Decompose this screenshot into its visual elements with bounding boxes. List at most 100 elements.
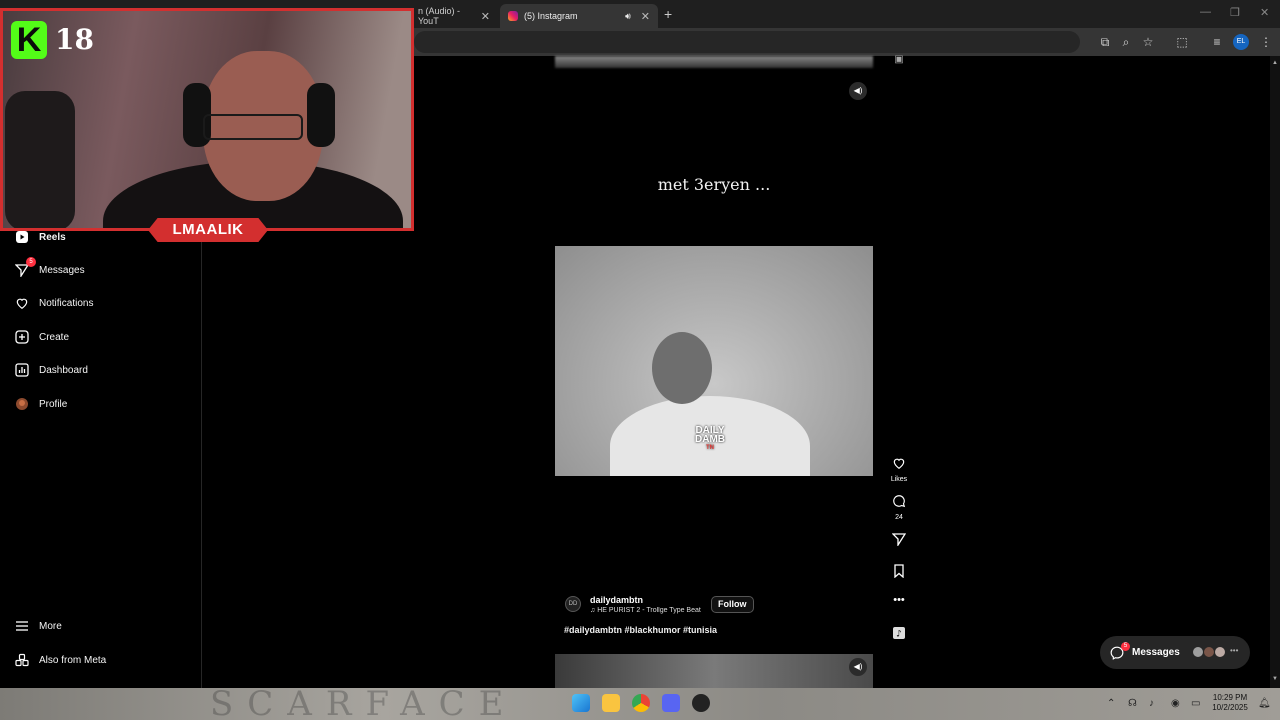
maximize-button[interactable]: ❐ (1230, 6, 1240, 19)
start-icon[interactable] (572, 694, 590, 712)
sidebar-item-notifications[interactable]: Notifications (14, 293, 93, 313)
sidebar-item-messages[interactable]: 5 Messages (14, 257, 85, 280)
profile-avatar[interactable]: EL (1233, 34, 1249, 50)
reel-video[interactable]: DAILY DAMB TN (555, 246, 873, 476)
volume-icon[interactable]: ◀︎) (849, 658, 867, 676)
reel-caption-text: met 3eryen ... (657, 175, 771, 194)
notification-bell-icon[interactable]: 🔔︎ (1258, 698, 1271, 709)
obs-icon[interactable] (692, 694, 710, 712)
profile-avatar (14, 396, 30, 412)
page-scrollbar[interactable]: ▲ ▼ (1270, 56, 1280, 688)
new-tab-button[interactable]: + (664, 6, 672, 22)
save-button[interactable] (888, 564, 910, 583)
sidebar-item-label: Profile (39, 398, 68, 410)
comment-button[interactable]: 24 (888, 494, 910, 521)
tab-label: (5) Instagram (524, 11, 578, 21)
author-avatar[interactable]: DD (565, 596, 581, 612)
share-button[interactable] (888, 532, 910, 551)
video-watermark: DAILY DAMB TN (695, 425, 725, 452)
minimize-button[interactable]: — (1200, 6, 1211, 18)
sidebar-item-create[interactable]: Create (14, 327, 69, 347)
discord-icon[interactable] (662, 694, 680, 712)
audio-page-icon[interactable]: ♪ (888, 626, 910, 645)
tab-instagram[interactable]: (5) Instagram 🔊︎ ✕ (500, 4, 658, 28)
messages-float-label: Messages (1132, 647, 1180, 658)
heart-icon (14, 295, 30, 311)
plus-square-icon (14, 329, 30, 345)
comment-icon (893, 495, 906, 508)
address-bar[interactable] (414, 31, 1080, 53)
media-controls-icon[interactable]: ≡ (1209, 34, 1225, 50)
tray-overflow-icon[interactable]: ⌃ (1107, 698, 1115, 709)
reel-hashtags[interactable]: #dailydambtn #blackhumor #tunisia (564, 625, 717, 635)
meta-apps-icon (14, 652, 30, 668)
comments-count: 24 (895, 514, 903, 521)
overlay-number: 18 (55, 23, 94, 56)
heart-icon (893, 458, 905, 469)
sidebar-item-profile[interactable]: Profile (14, 394, 67, 414)
sidebar-item-also-from-meta[interactable]: Also from Meta (14, 650, 106, 670)
messages-badge: 5 (26, 257, 36, 267)
zoom-icon[interactable]: ⌕ (1118, 34, 1134, 50)
extensions-icon[interactable]: ⬚ (1174, 34, 1190, 50)
kick-logo-icon: K (11, 21, 47, 59)
messages-icon: 5 (14, 257, 36, 278)
menu-icon (14, 618, 30, 634)
next-reel-thumbnail[interactable] (555, 654, 873, 688)
screen: n (Audio) - YouT ✕ (5) Instagram 🔊︎ ✕ + … (0, 0, 1280, 720)
sidebar-item-label: More (39, 620, 62, 632)
reels-icon (14, 229, 30, 245)
tab-audio-icon[interactable]: 🔊︎ (625, 11, 631, 22)
sidebar-item-label: Dashboard (39, 364, 88, 376)
taskbar-clock[interactable]: 10:29 PM 10/2/2025 (1206, 693, 1254, 713)
webcam-glasses (203, 114, 303, 140)
dashboard-icon (14, 362, 30, 378)
more-chats-icon: ••• (1230, 646, 1239, 655)
headphone-right (307, 83, 335, 147)
audio-thumb-icon[interactable]: ▣ (888, 54, 910, 65)
sidebar-item-label: Also from Meta (39, 654, 107, 666)
like-button[interactable]: Likes (888, 456, 910, 483)
wallpaper-text: SCARFACE (210, 684, 518, 720)
send-icon (891, 533, 907, 548)
author-username[interactable]: dailydambtn (590, 595, 710, 605)
close-window-button[interactable]: ✕ (1260, 6, 1269, 19)
likes-label: Likes (890, 476, 908, 483)
scroll-down-icon[interactable]: ▼ (1272, 676, 1278, 682)
streamer-name-tag: LMAALIK (148, 218, 268, 242)
tab-close-icon[interactable]: ✕ (641, 10, 650, 23)
reel-author-row: DD dailydambtn ♫ HE PURIST 2 - Trollge T… (565, 592, 710, 616)
more-options-icon[interactable]: ••• (888, 594, 910, 606)
speaker-icon[interactable]: ♪ (1149, 698, 1154, 709)
chat-avatar (1214, 646, 1226, 658)
instagram-icon (508, 11, 518, 21)
sidebar-item-label: Messages (39, 264, 85, 276)
sidebar-item-dashboard[interactable]: Dashboard (14, 360, 88, 380)
svg-text:♪: ♪ (896, 630, 902, 640)
messages-float-badge: 5 (1121, 642, 1130, 651)
chrome-icon[interactable] (632, 694, 650, 712)
sidebar-item-more[interactable]: More (14, 616, 62, 636)
sidebar-item-label: Notifications (39, 297, 94, 309)
bookmark-star-icon[interactable]: ☆ (1140, 34, 1156, 50)
network-icon[interactable]: ▭ (1191, 698, 1200, 709)
file-explorer-icon[interactable] (602, 694, 620, 712)
webcam-overlay: K 18 (0, 8, 414, 231)
sidebar-item-label: Create (39, 331, 70, 343)
audio-track[interactable]: ♫ HE PURIST 2 - Trollge Type Beat (590, 607, 710, 614)
tab-label: n (Audio) - YouT (418, 6, 461, 26)
browser-menu-icon[interactable]: ⋮ (1258, 34, 1274, 50)
sidebar-item-label: Reels (39, 231, 66, 243)
install-app-icon[interactable]: ⧉ (1097, 34, 1113, 50)
mic-icon[interactable]: ◉ (1171, 698, 1180, 709)
scroll-up-icon[interactable]: ▲ (1272, 60, 1278, 66)
tab-youtube[interactable]: n (Audio) - YouT ✕ (410, 4, 498, 28)
messages-floating-button[interactable]: 5 Messages ••• (1100, 636, 1250, 669)
tab-close-icon[interactable]: ✕ (481, 10, 490, 23)
volume-icon[interactable]: ◀︎) (849, 82, 867, 100)
headset-icon[interactable]: ☊ (1128, 698, 1137, 709)
webcam-background-object (5, 91, 75, 228)
video-person-head (652, 332, 712, 404)
follow-button[interactable]: Follow (711, 596, 754, 613)
bookmark-icon (894, 564, 904, 579)
